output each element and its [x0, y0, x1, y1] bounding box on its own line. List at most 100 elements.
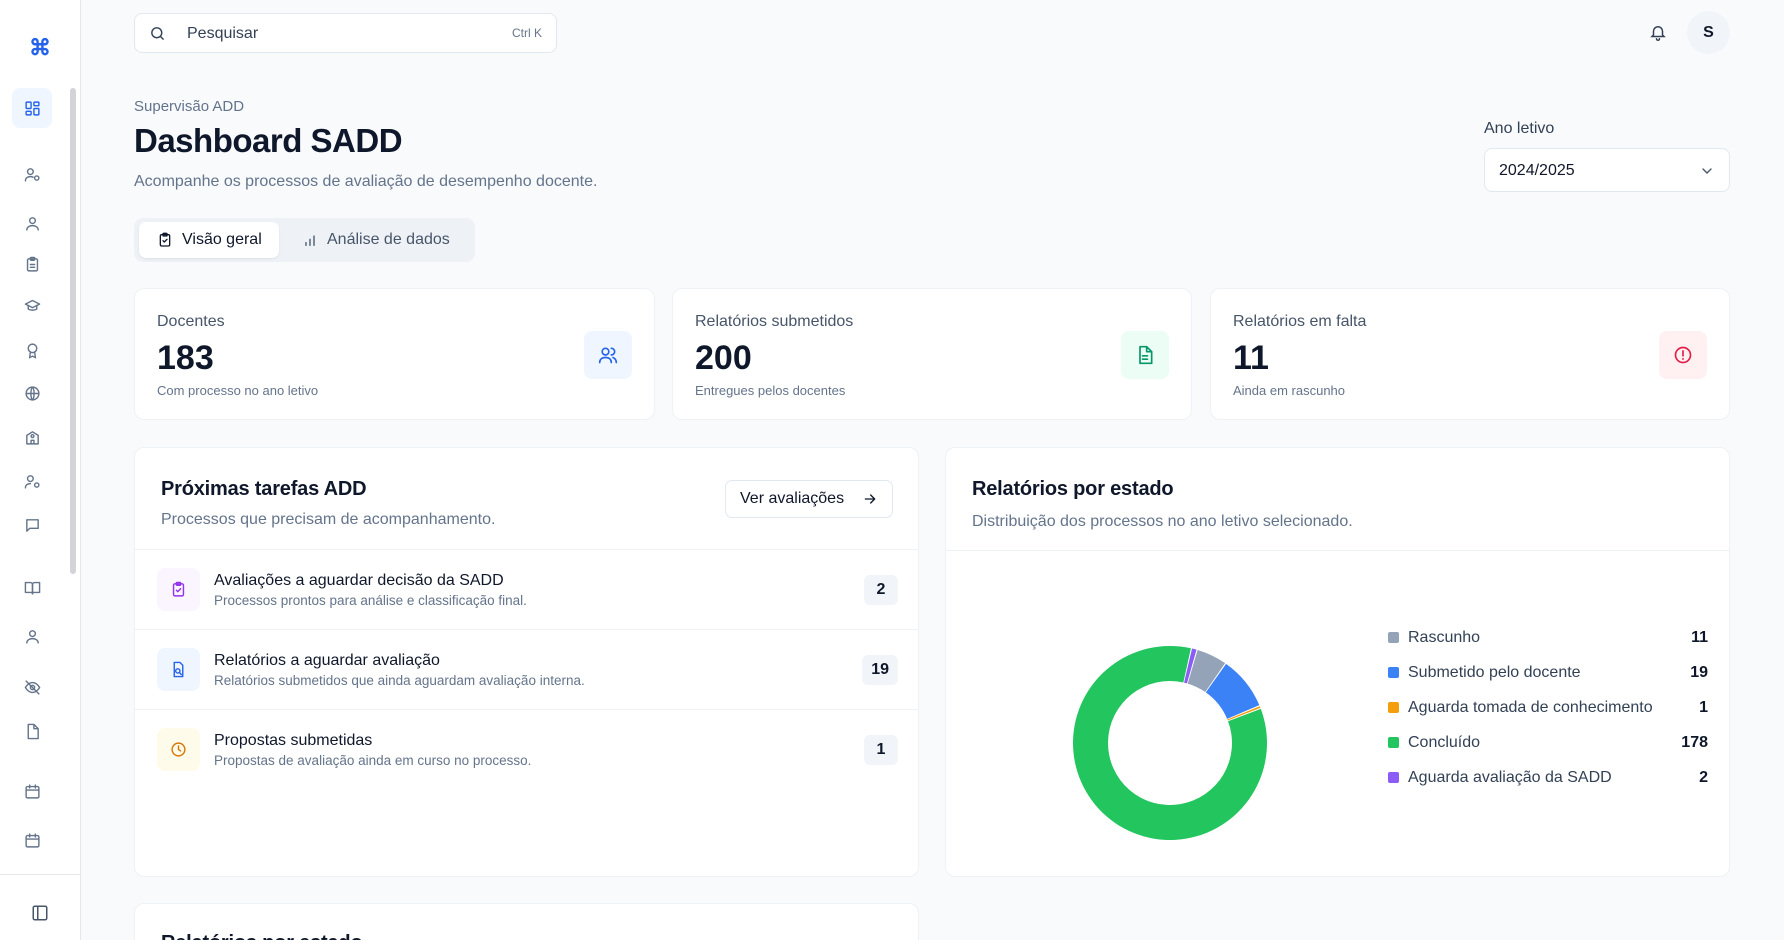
- legend-item: Rascunho 11: [1388, 626, 1708, 650]
- stat-value: 11: [1233, 339, 1269, 377]
- alert-circle-icon: [1674, 346, 1692, 364]
- sidebar-item-user-settings[interactable]: [12, 154, 52, 194]
- search-box[interactable]: Ctrl K: [134, 13, 557, 53]
- tab-data-analysis-label: Análise de dados: [327, 231, 450, 248]
- task-item[interactable]: Relatórios a aguardar avaliação Relatóri…: [135, 629, 918, 709]
- legend-swatch: [1388, 737, 1399, 748]
- sidebar-item-awards[interactable]: [12, 330, 52, 370]
- task-subtitle: Relatórios submetidos que ainda aguardam…: [214, 673, 585, 688]
- sidebar: ⌘: [0, 0, 81, 940]
- sidebar-item-users[interactable]: [12, 203, 52, 243]
- sidebar-item-supervisors[interactable]: [12, 461, 52, 501]
- clipboard-check-icon: [172, 581, 185, 597]
- bar-chart-icon: [305, 235, 315, 246]
- stat-label: Relatórios em falta: [1233, 313, 1367, 330]
- task-count-badge: 1: [864, 735, 898, 765]
- stat-icon-box: [1659, 331, 1707, 379]
- legend-value: 1: [1699, 699, 1708, 716]
- task-item[interactable]: Avaliações a aguardar decisão da SADD Pr…: [135, 549, 918, 629]
- clipboard-icon: [26, 256, 38, 272]
- sidebar-item-hidden[interactable]: [12, 667, 52, 707]
- task-count-badge: 2: [864, 575, 898, 605]
- status-chart-panel: Relatórios por estado Distribuição dos p…: [945, 447, 1730, 877]
- search-icon: [151, 27, 164, 40]
- user-cog-icon: [24, 167, 40, 182]
- sidebar-item-global[interactable]: [12, 373, 52, 413]
- bottom-status-panel: Relatórios por estado: [134, 903, 919, 940]
- task-subtitle: Propostas de avaliação ainda em curso no…: [214, 753, 532, 768]
- calendar-icon: [24, 783, 40, 799]
- stat-icon-box: [584, 331, 632, 379]
- clock-icon: [171, 742, 186, 757]
- sidebar-scrollbar[interactable]: [70, 88, 76, 574]
- sidebar-item-schedule[interactable]: [12, 820, 52, 860]
- sidebar-item-messages[interactable]: [12, 505, 52, 545]
- task-subtitle: Processos prontos para análise e classif…: [214, 593, 527, 608]
- command-logo-icon[interactable]: ⌘: [22, 30, 58, 66]
- file-text-icon: [1139, 345, 1153, 365]
- legend-value: 11: [1691, 629, 1708, 646]
- year-label: Ano letivo: [1484, 120, 1555, 137]
- legend-label: Concluído: [1408, 734, 1481, 751]
- legend-label: Rascunho: [1408, 629, 1481, 646]
- tasks-panel-subtitle: Processos que precisam de acompanhamento…: [161, 511, 496, 528]
- arrow-right-icon: [864, 494, 876, 504]
- task-title: Avaliações a aguardar decisão da SADD: [214, 572, 504, 589]
- award-icon: [27, 342, 37, 359]
- task-icon-box: [157, 568, 200, 611]
- year-select-value: 2024/2025: [1499, 162, 1575, 179]
- legend-swatch: [1388, 632, 1399, 643]
- file-icon: [27, 723, 39, 739]
- task-count-badge: 19: [862, 655, 898, 685]
- search-shortcut: Ctrl K: [512, 26, 542, 40]
- legend-swatch: [1388, 772, 1399, 783]
- stat-card-submitted: Relatórios submetidos 200 Entregues pelo…: [672, 288, 1192, 420]
- graduation-cap-icon: [24, 299, 40, 311]
- year-select[interactable]: 2024/2025: [1484, 148, 1730, 192]
- sidebar-item-profile[interactable]: [12, 616, 52, 656]
- search-input[interactable]: [187, 22, 467, 46]
- view-tabs: Visão geral Análise de dados: [134, 218, 475, 262]
- user-cog-icon: [24, 474, 40, 489]
- book-open-icon: [24, 581, 40, 595]
- sidebar-item-schools[interactable]: [12, 417, 52, 457]
- stat-value: 183: [157, 339, 214, 377]
- sidebar-toggle-button[interactable]: [22, 895, 58, 931]
- stat-caption: Com processo no ano letivo: [157, 383, 319, 398]
- stat-label: Relatórios submetidos: [695, 313, 854, 330]
- legend-label: Aguarda avaliação da SADD: [1408, 769, 1612, 786]
- legend-value: 2: [1699, 769, 1708, 786]
- chart-panel-title: Relatórios por estado: [972, 478, 1174, 500]
- task-icon-box: [157, 728, 200, 771]
- tasks-panel: Próximas tarefas ADD Processos que preci…: [134, 447, 919, 877]
- stat-card-missing: Relatórios em falta 11 Ainda em rascunho: [1210, 288, 1730, 420]
- tab-overview[interactable]: Visão geral: [139, 222, 279, 258]
- tab-overview-label: Visão geral: [182, 231, 262, 248]
- chart-panel-subtitle: Distribuição dos processos no ano letivo…: [972, 513, 1353, 530]
- user-avatar[interactable]: S: [1687, 11, 1730, 54]
- stat-value: 200: [695, 339, 752, 377]
- legend-value: 178: [1681, 734, 1708, 751]
- sidebar-item-files[interactable]: [12, 711, 52, 751]
- clipboard-check-icon: [159, 232, 171, 247]
- school-icon: [25, 430, 39, 445]
- status-donut-chart: [1073, 646, 1267, 840]
- sidebar-item-docs[interactable]: [12, 567, 52, 607]
- stat-label: Docentes: [157, 313, 225, 330]
- chevron-down-icon: [1702, 168, 1712, 174]
- sidebar-item-training[interactable]: [12, 285, 52, 325]
- legend-swatch: [1388, 702, 1399, 713]
- panel-divider: [946, 550, 1729, 551]
- legend-item: Concluído 178: [1388, 731, 1708, 755]
- panel-left-icon: [32, 905, 48, 921]
- sidebar-item-dashboard[interactable]: [12, 88, 52, 128]
- notifications-button[interactable]: [1646, 20, 1670, 44]
- bell-icon: [1650, 26, 1666, 41]
- view-evaluations-button[interactable]: Ver avaliações: [725, 480, 893, 518]
- tab-data-analysis[interactable]: Análise de dados: [284, 222, 470, 258]
- sidebar-item-calendar[interactable]: [12, 771, 52, 811]
- calendar-icon: [24, 832, 40, 848]
- eye-off-icon: [24, 679, 40, 695]
- task-item[interactable]: Propostas submetidas Propostas de avalia…: [135, 709, 918, 789]
- sidebar-item-reports[interactable]: [12, 244, 52, 284]
